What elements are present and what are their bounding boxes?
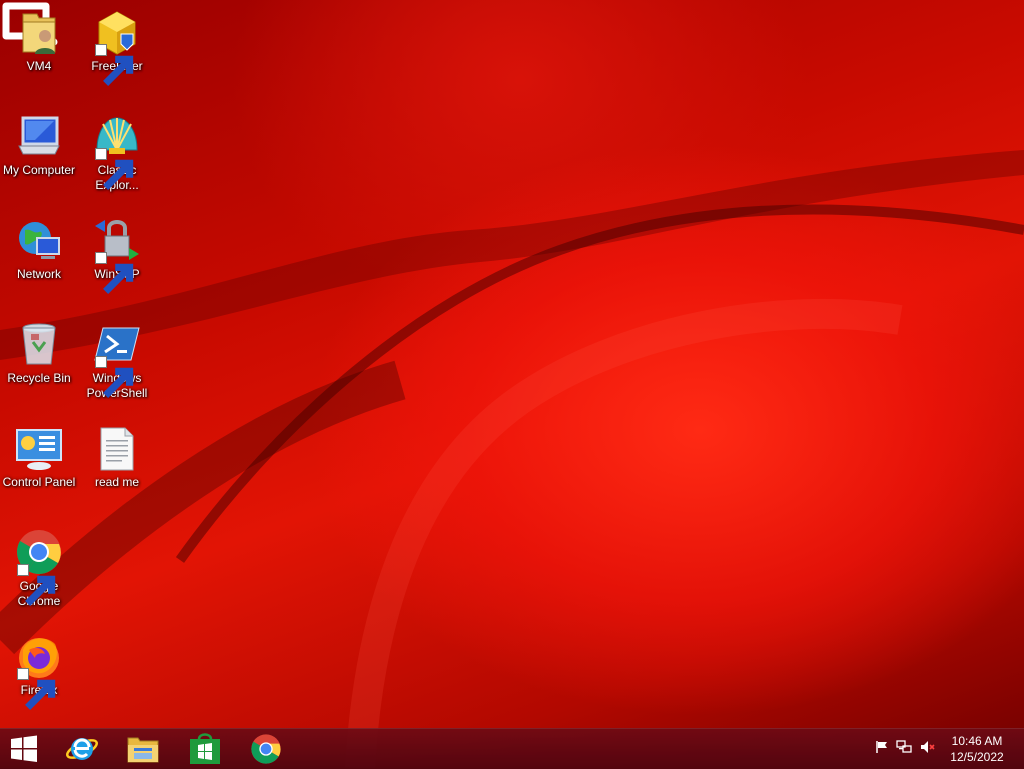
shortcut-arrow-icon [95,356,134,398]
shortcut-arrow-icon [17,564,56,606]
volume-muted-icon[interactable] [916,740,940,759]
internet-explorer-icon [66,738,98,760]
shortcut-arrow-icon [95,148,134,190]
shortcut-arrow-icon [95,252,134,294]
clock-time: 10:46 AM [951,734,1003,748]
desktop-icon-recycle-bin[interactable]: Recycle Bin [0,320,78,386]
computer-icon [18,116,60,155]
desktop-icon-label: Recycle Bin [7,371,71,385]
desktop-icon-read-me[interactable]: read me [78,424,156,490]
system-tray [872,729,940,769]
taskbar-windows-store[interactable] [177,729,233,769]
windows-logo-icon [11,735,37,762]
desktop-icon-firefox[interactable]: Firefox [0,632,78,710]
action-center-flag-icon[interactable] [872,740,892,759]
desktop-icon-label: VM4 [26,59,52,73]
desktop-icon-my-computer[interactable]: My Computer [0,112,78,178]
taskbar: 10:46 AM 12/5/2022 [0,728,1024,769]
network-globe-icon [19,222,60,259]
control-panel-icon [16,429,62,470]
file-explorer-icon [127,737,159,763]
chrome-icon [251,734,281,764]
desktop-icon-google-chrome[interactable]: Google Chrome [0,528,78,609]
desktop-icon-freefixer[interactable]: FreeFixer [78,8,156,86]
desktop-icon-network[interactable]: Network [0,216,78,282]
network-icon[interactable] [892,739,916,759]
desktop-icon-vm4[interactable]: VM4 [0,8,78,74]
taskbar-file-explorer[interactable] [115,729,171,769]
clock-date: 12/5/2022 [950,750,1004,764]
desktop-icon-label: Control Panel [2,475,76,489]
desktop-icon-winscp[interactable]: WinSCP [78,216,156,294]
shortcut-arrow-icon [95,44,134,86]
start-button[interactable] [0,729,48,769]
taskbar-internet-explorer[interactable] [54,729,110,769]
desktop-icon-label: Network [16,267,61,281]
desktop-icon-control-panel[interactable]: Control Panel [0,424,78,490]
desktop-icon-windows-powershell[interactable]: Windows PowerShell [78,320,156,401]
taskbar-google-chrome[interactable] [238,729,294,769]
desktop-icon-label: read me [94,475,140,489]
taskbar-clock[interactable]: 10:46 AM 12/5/2022 [944,733,1010,765]
text-document-icon [100,427,134,471]
recycle-bin-icon [22,323,56,365]
desktop-icon-label: My Computer [2,163,76,177]
user-folder-icon [22,13,56,54]
store-icon [190,733,220,764]
shortcut-arrow-icon [17,668,56,710]
desktop-icon-classic-explorer[interactable]: Classic Explor... [78,112,156,193]
